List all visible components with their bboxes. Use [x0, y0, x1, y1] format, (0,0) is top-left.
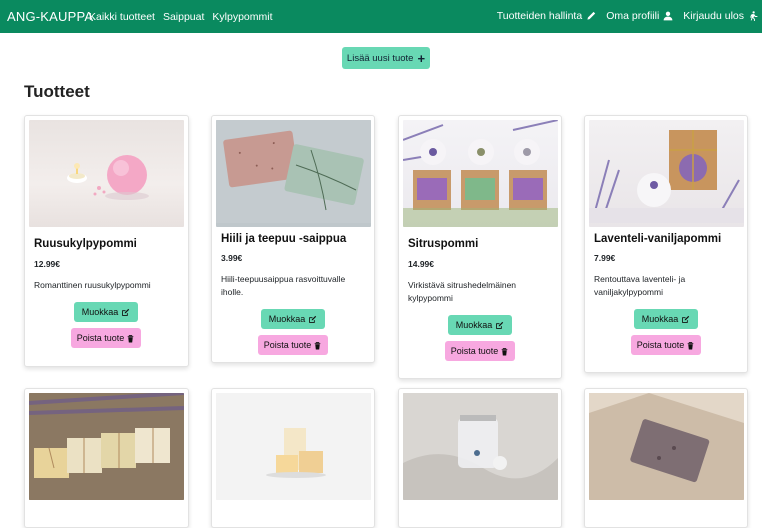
user-icon — [663, 11, 673, 21]
delete-label: Poista tuote — [450, 346, 499, 356]
brand-logo[interactable]: ANG-KAUPPA — [7, 9, 93, 24]
product-name: Laventeli-vaniljapommi — [594, 233, 722, 245]
edit-button[interactable]: Muokkaa — [261, 309, 325, 329]
nav-logout-label: Kirjaudu ulos — [683, 10, 744, 22]
product-price: 12.99€ — [34, 259, 60, 269]
product-price: 14.99€ — [408, 259, 434, 269]
edit-icon — [496, 321, 504, 329]
trash-icon — [687, 341, 694, 349]
nav-profile[interactable]: Oma profiili — [606, 10, 673, 22]
edit-label: Muokkaa — [81, 307, 119, 317]
product-card: Laventeli-vaniljapommi 7.99€ Rentouttava… — [584, 115, 748, 373]
delete-label: Poista tuote — [76, 333, 125, 343]
trash-icon — [501, 347, 508, 355]
product-description: Rentouttava laventeli- ja vaniljakylpypo… — [594, 274, 686, 297]
product-card — [584, 388, 748, 528]
product-description: Romanttinen ruusukylpypommi — [34, 280, 151, 290]
edit-icon — [122, 308, 130, 316]
delete-button[interactable]: Poista tuote — [258, 335, 328, 355]
product-name: Hiili ja teepuu -saippua — [221, 233, 347, 245]
delete-button[interactable]: Poista tuote — [631, 335, 701, 355]
product-card: Hiili ja teepuu -saippua 3.99€ Hiili-tee… — [211, 115, 375, 363]
edit-button[interactable]: Muokkaa — [634, 309, 698, 329]
running-person-icon — [750, 11, 758, 21]
product-image — [29, 393, 184, 500]
delete-button[interactable]: Poista tuote — [71, 328, 141, 348]
nav-logout[interactable]: Kirjaudu ulos — [683, 10, 758, 22]
trash-icon — [314, 341, 321, 349]
top-navbar: ANG-KAUPPA Kaikki tuotteet Saippuat Kylp… — [0, 0, 762, 33]
product-description: Hiili-teepuusaippua rasvoittuvalle iholl… — [221, 274, 346, 297]
edit-icon — [309, 315, 317, 323]
pencil-icon — [587, 11, 596, 20]
edit-button[interactable]: Muokkaa — [448, 315, 512, 335]
main-nav: Kaikki tuotteet Saippuat Kylpypommit — [89, 11, 273, 23]
nav-bath-bombs[interactable]: Kylpypommit — [212, 11, 272, 23]
product-card: Sitruspommi 14.99€ Virkistävä sitrushede… — [398, 115, 562, 379]
user-nav: Tuotteiden hallinta Oma profiili Kirjaud… — [497, 10, 758, 22]
edit-button[interactable]: Muokkaa — [74, 302, 138, 322]
product-price: 3.99€ — [221, 253, 243, 263]
page-title: Tuotteet — [24, 82, 90, 101]
product-price: 7.99€ — [594, 253, 616, 263]
edit-label: Muokkaa — [455, 320, 493, 330]
nav-all-products[interactable]: Kaikki tuotteet — [89, 11, 155, 23]
product-image — [403, 393, 558, 500]
product-image — [589, 393, 744, 500]
nav-product-management-label: Tuotteiden hallinta — [496, 10, 583, 22]
product-card — [211, 388, 375, 528]
product-image — [29, 120, 184, 227]
product-card — [24, 388, 189, 528]
nav-product-management[interactable]: Tuotteiden hallinta — [497, 10, 596, 22]
nav-soaps[interactable]: Saippuat — [163, 11, 204, 23]
product-image — [403, 120, 558, 227]
product-card — [398, 388, 562, 528]
edit-label: Muokkaa — [641, 314, 679, 324]
product-name: Sitruspommi — [408, 238, 479, 250]
add-product-label: Lisää uusi tuote — [346, 52, 414, 64]
product-description: Virkistävä sitrushedelmäinen kylpypommi — [408, 280, 517, 303]
product-name: Ruusukylpypommi — [34, 238, 137, 250]
product-image — [216, 393, 371, 500]
product-card: Ruusukylpypommi 12.99€ Romanttinen ruusu… — [24, 115, 189, 367]
add-product-button[interactable]: Lisää uusi tuote + — [342, 47, 430, 69]
edit-label: Muokkaa — [268, 314, 306, 324]
product-image — [216, 120, 371, 227]
product-image — [589, 120, 744, 227]
delete-label: Poista tuote — [263, 340, 312, 350]
trash-icon — [127, 334, 134, 342]
delete-label: Poista tuote — [636, 340, 685, 350]
plus-icon: + — [417, 50, 426, 66]
nav-profile-label: Oma profiili — [606, 10, 660, 22]
delete-button[interactable]: Poista tuote — [445, 341, 515, 361]
edit-icon — [682, 315, 690, 323]
